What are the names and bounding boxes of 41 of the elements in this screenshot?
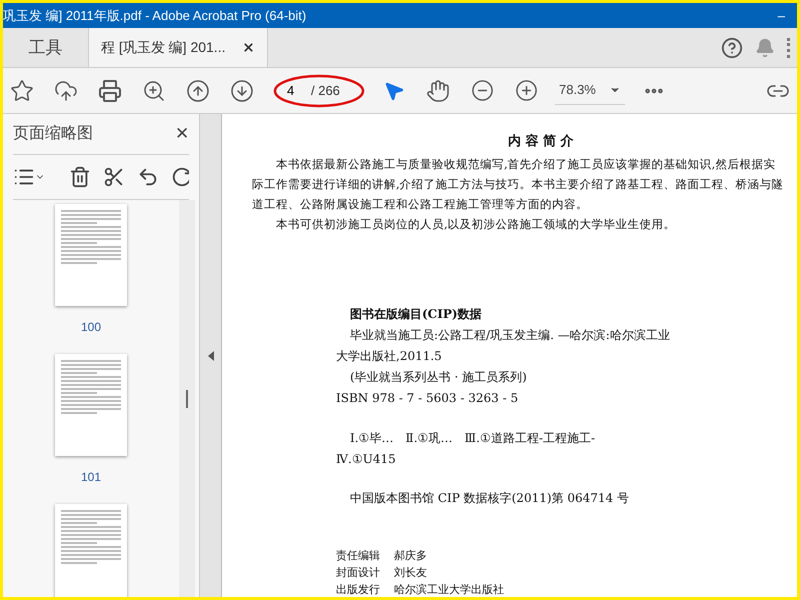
cip-text-line: ISBN 978 - 7 - 5603 - 3263 - 5: [336, 390, 520, 406]
body-text-line: 道工程、公路附属设施工程和公路工程施工管理等方面的内容。: [252, 196, 589, 212]
rotate-left-icon[interactable]: [137, 166, 159, 188]
body-text-line: 本书可供初涉施工员岗位的人员,以及初涉公路施工领域的大学毕业生使用。: [275, 216, 677, 232]
rotate-right-icon[interactable]: [171, 166, 189, 188]
heading: 内 容 简 介: [508, 132, 575, 151]
page-total: / 266: [311, 82, 340, 100]
close-icon[interactable]: [242, 41, 255, 54]
cip-text-line: 毕业就当施工员:公路工程/巩玉发主编. —哈尔滨:哈尔滨工业: [349, 326, 671, 342]
body-text-line: 际工作需要进行详细的讲解,介绍了施工方法与技巧。本书主要介绍了路基工程、路面工程、桥涵与隧: [252, 176, 785, 192]
page-number-field[interactable]: 4: [287, 80, 311, 100]
minimize-button[interactable]: –: [778, 6, 785, 26]
window-title: 巩玉发 编] 2011年版.pdf - Adobe Acrobat Pro (64-bit): [3, 6, 306, 25]
close-button[interactable]: ✕: [175, 121, 189, 147]
tab[interactable]: 程 [巩玉发 编] 201...: [88, 28, 268, 67]
credit-role: 责任编辑: [336, 548, 380, 562]
credit-name: 郝庆多: [394, 548, 427, 562]
classification-line: Ⅰ.①毕… Ⅱ.①巩… Ⅲ.①道路工程-工程施工-: [349, 430, 596, 446]
credit-role: 出版发行: [336, 582, 380, 596]
credit-name: 哈尔滨工业大学出版社: [394, 582, 504, 596]
panel-title: 页面缩略图: [13, 124, 93, 144]
page-label: 101: [80, 469, 102, 486]
cip-text-line: 大学出版社,2011.5: [336, 348, 443, 364]
triangle-icon: [208, 350, 214, 360]
cip-text-line: (毕业就当系列丛书 · 施工员系列): [349, 368, 528, 384]
credit-role: 封面设计: [336, 566, 380, 580]
classification-line: Ⅳ.①U415: [336, 450, 397, 466]
page-thumbnail[interactable]: [55, 204, 127, 306]
trash-icon[interactable]: [69, 166, 91, 188]
page-thumbnail[interactable]: [55, 354, 127, 456]
help-icon[interactable]: [721, 36, 743, 58]
page-label: 100: [80, 319, 102, 336]
tab-label: 程 [巩玉发 编] 201...: [101, 38, 226, 57]
page-thumbnail[interactable]: [55, 504, 127, 597]
body-text-line: 本书依据最新公路施工与质量验收规范编写,首先介绍了施工员应该掌握的基础知识,然后根据实: [275, 156, 776, 172]
credit-name: 刘长友: [394, 566, 427, 580]
tab-label: 工具: [28, 36, 62, 59]
cip-number: 中国版本图书馆 CIP 数据核字(2011)第 064714 号: [349, 490, 630, 506]
cip-heading: 图书在版编目(CIP)数据: [349, 306, 483, 322]
grid-icon[interactable]: [787, 38, 793, 58]
zoom-dropdown[interactable]: 78.3%: [555, 76, 625, 104]
